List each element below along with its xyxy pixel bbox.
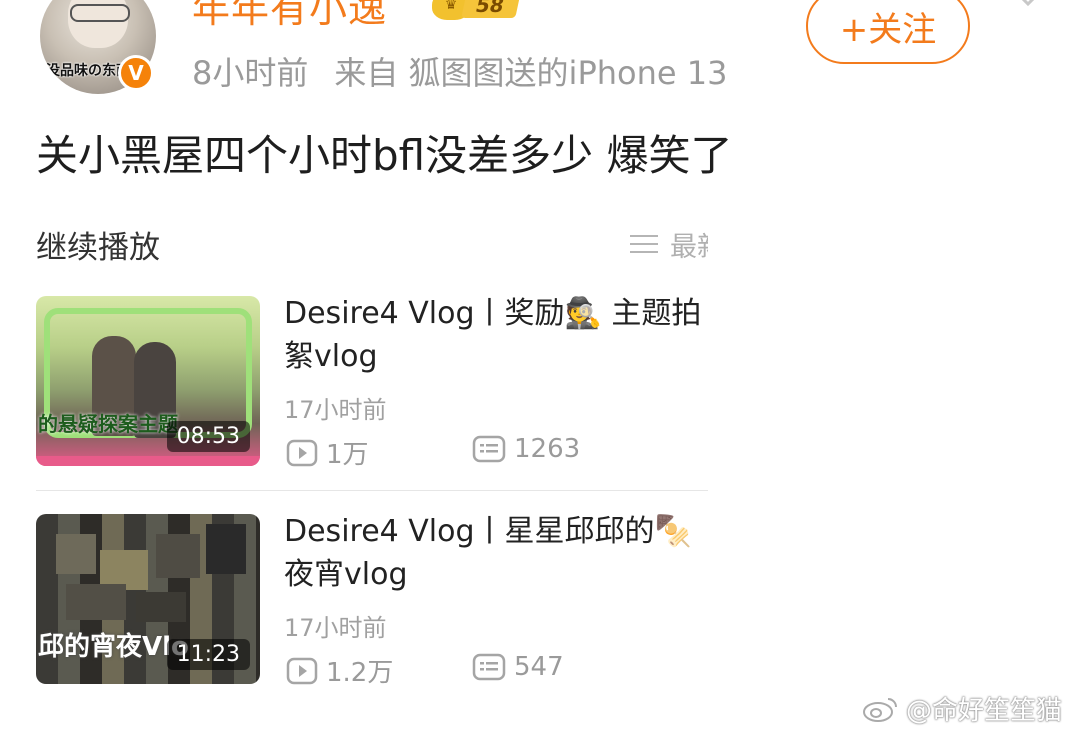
mosaic-block — [66, 584, 126, 620]
video-duration: 08:53 — [166, 421, 250, 452]
follow-label: +关注 — [839, 9, 937, 50]
comment-count-value: 547 — [514, 652, 564, 682]
video-title-line: Desire4 Vlog丨奖励🕵 主题拍 — [284, 296, 702, 331]
video-title-line: 絮vlog — [284, 339, 378, 374]
mosaic-block — [136, 592, 186, 622]
mosaic-block — [206, 524, 246, 574]
watermark-text: @命好笙笙猫 — [906, 696, 1063, 726]
play-count-value: 1.2万 — [326, 658, 394, 688]
video-thumbnail[interactable]: 邱的宵夜Vlo 11:23 — [36, 514, 260, 684]
level-badge: ♛ 58 — [432, 0, 521, 20]
divider — [36, 490, 708, 491]
watermark: @命好笙笙猫 — [862, 690, 1062, 727]
sort-list-icon — [630, 232, 660, 256]
comment-icon — [472, 435, 506, 463]
verified-badge-icon: V — [118, 55, 154, 91]
video-card[interactable]: 的悬疑探案主题 08:53 Desire4 Vlog丨奖励🕵 主题拍 絮vlog… — [36, 296, 708, 470]
play-count-value: 1万 — [326, 440, 369, 470]
comment-count: 1263 — [472, 434, 580, 464]
mosaic-block — [56, 534, 96, 574]
post-time: 8小时前 — [192, 54, 309, 92]
video-title-line: Desire4 Vlog丨星星邱邱的🍢 — [284, 514, 692, 549]
level-number: 58 — [461, 0, 521, 18]
post-meta: 8小时前 来自 狐图图送的iPhone 13 — [192, 48, 727, 94]
video-title-line: 夜宵vlog — [284, 557, 408, 592]
video-duration: 11:23 — [166, 639, 250, 670]
video-thumbnail[interactable]: 的悬疑探案主题 08:53 — [36, 296, 260, 466]
video-title[interactable]: Desire4 Vlog丨星星邱邱的🍢 夜宵vlog — [284, 510, 708, 600]
sort-label: 最新 — [670, 231, 708, 263]
post-text: 关小黑屋四个小时bfl没差多少 爆笑了 — [36, 131, 733, 180]
comment-count: 547 — [472, 652, 564, 682]
follow-button[interactable]: +关注 — [806, 0, 970, 64]
play-count: 1.2万 — [286, 652, 393, 689]
comment-count-value: 1263 — [514, 434, 581, 464]
comment-icon — [472, 653, 506, 681]
thumbnail-caption: 的悬疑探案主题 — [38, 412, 178, 436]
video-card[interactable]: 邱的宵夜Vlo 11:23 Desire4 Vlog丨星星邱邱的🍢 夜宵vlog… — [36, 514, 708, 688]
play-count: 1万 — [286, 434, 369, 471]
video-time: 17小时前 — [284, 396, 387, 424]
video-time: 17小时前 — [284, 614, 387, 642]
avatar-glasses — [70, 4, 130, 22]
continue-playing-title: 继续播放 — [36, 230, 160, 266]
chevron-down-icon[interactable] — [1010, 0, 1046, 22]
mosaic-block — [156, 534, 200, 578]
play-icon — [286, 439, 318, 466]
play-icon — [286, 657, 318, 684]
thumbnail-bar — [36, 456, 260, 466]
weibo-logo-icon — [863, 697, 897, 722]
username[interactable]: 年年有小逸 — [192, 0, 387, 33]
post-source: 来自 狐图图送的iPhone 13 — [334, 54, 728, 92]
sort-control[interactable]: 最新 — [630, 226, 708, 262]
video-title[interactable]: Desire4 Vlog丨奖励🕵 主题拍 絮vlog — [284, 292, 708, 382]
